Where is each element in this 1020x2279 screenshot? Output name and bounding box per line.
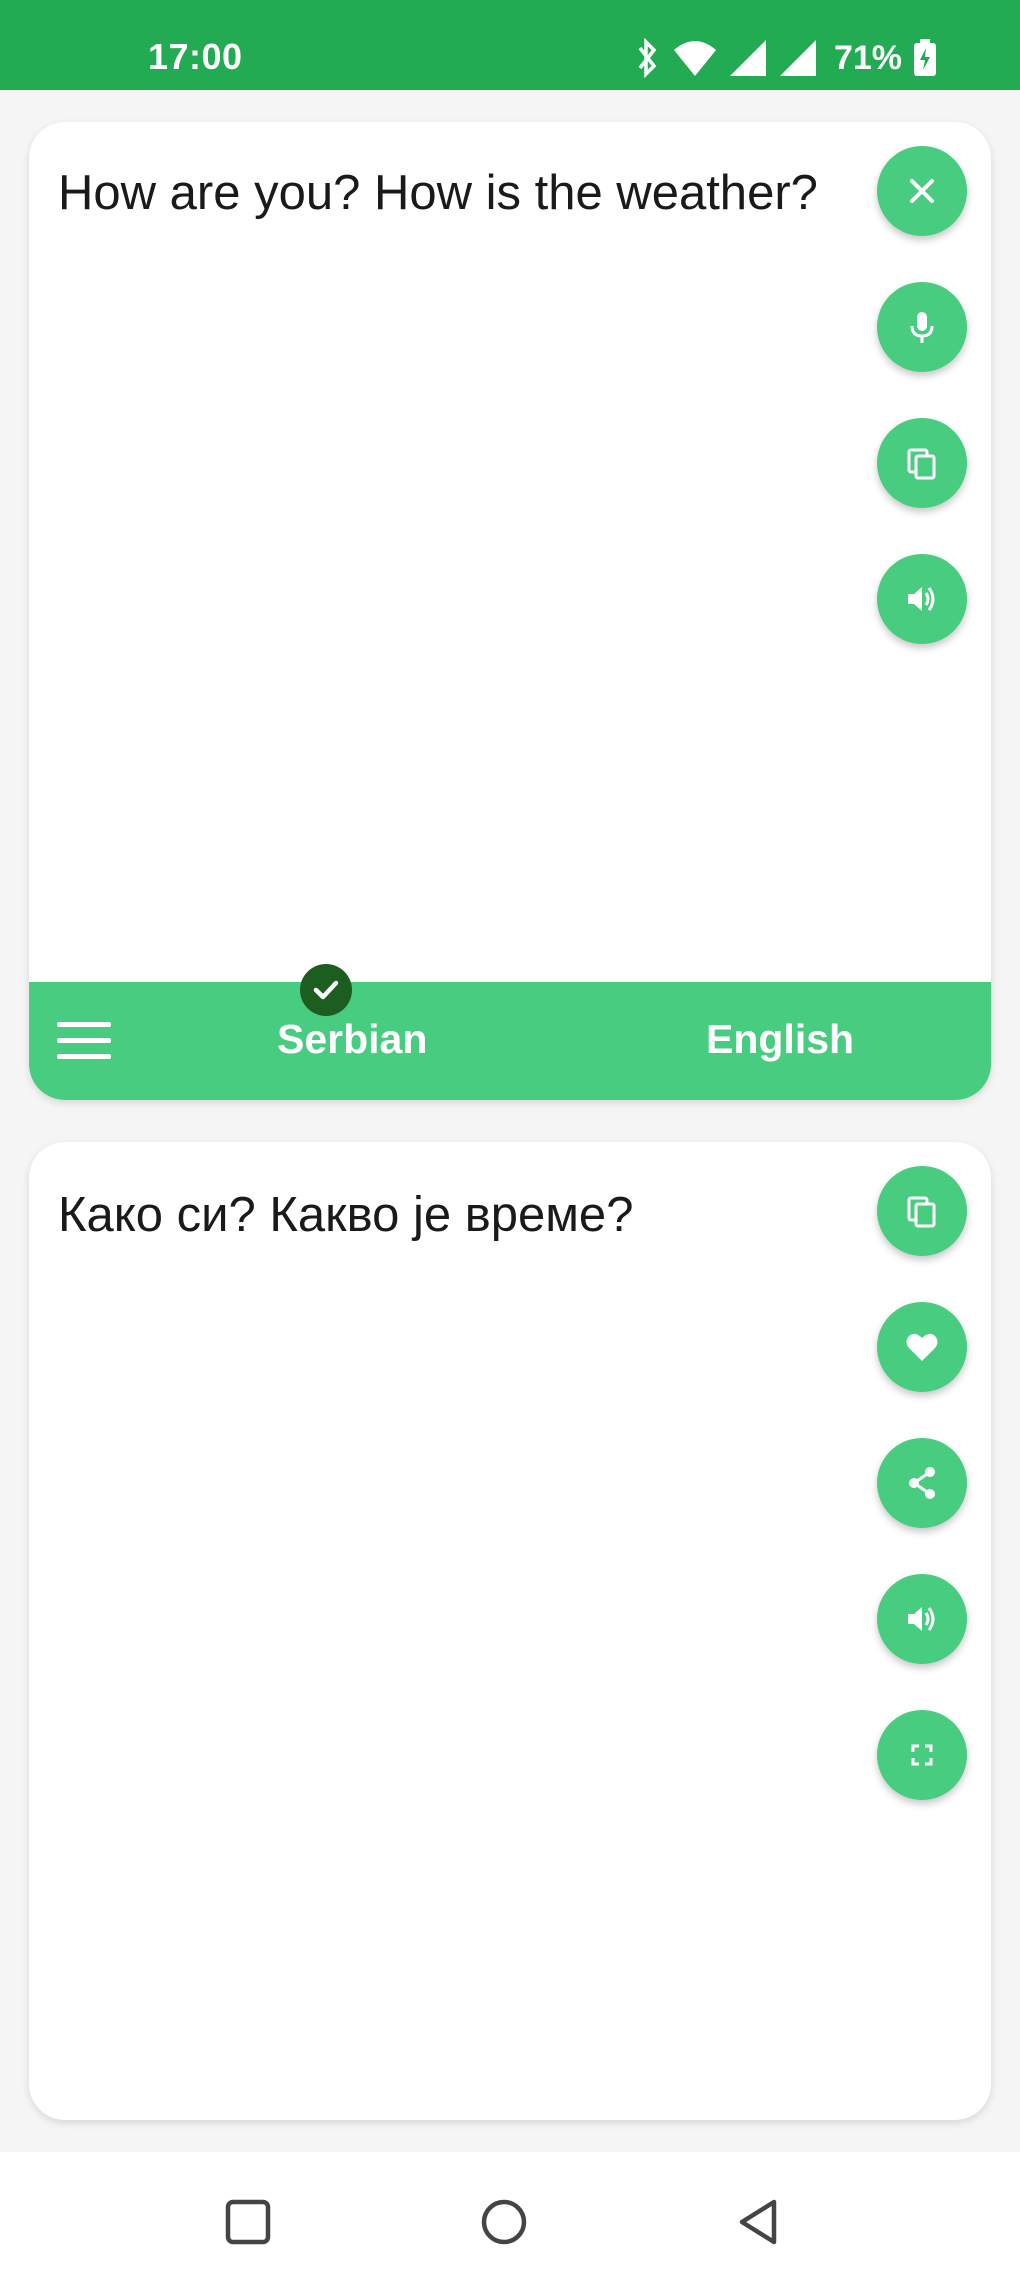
speaker-translation-button[interactable] (877, 1574, 967, 1664)
recents-square-icon (225, 2199, 271, 2245)
copy-button[interactable] (877, 418, 967, 508)
fullscreen-icon (911, 1744, 933, 1766)
menu-button[interactable] (57, 1016, 113, 1066)
microphone-icon (910, 312, 934, 343)
battery-percent: 71% (833, 38, 902, 77)
favorite-button[interactable] (877, 1302, 967, 1392)
clear-icon (910, 179, 934, 203)
source-text[interactable]: How are you? How is the weather? (58, 160, 858, 226)
signal-icon (779, 40, 816, 76)
input-card: How are you? How is the weather? Serbian… (29, 122, 991, 1100)
translated-text: Како си? Какво је време? (58, 1188, 634, 1242)
speaker-icon (908, 1607, 935, 1631)
home-circle-icon (481, 2199, 527, 2245)
status-bar: 17:00 71% (0, 0, 1020, 90)
speaker-icon (908, 587, 935, 611)
navigation-bar (0, 2152, 1020, 2279)
home-button[interactable] (474, 2192, 534, 2252)
wifi-icon (673, 41, 716, 76)
back-triangle-icon (739, 2199, 777, 2245)
recents-button[interactable] (218, 2192, 278, 2252)
copy-translation-button[interactable] (877, 1166, 967, 1256)
bluetooth-icon (638, 38, 657, 78)
check-icon (313, 980, 339, 1000)
status-time: 17:00 (148, 36, 243, 77)
copy-icon (907, 1196, 936, 1228)
language-bar: Serbian English (29, 982, 991, 1100)
selected-language-indicator (300, 964, 352, 1016)
status-icons: 71% (632, 36, 938, 80)
signal-icon (729, 40, 766, 76)
battery-charging-icon (914, 39, 936, 76)
heart-icon (906, 1333, 938, 1361)
source-language[interactable]: Serbian (277, 1016, 427, 1063)
speaker-button[interactable] (877, 554, 967, 644)
back-button[interactable] (730, 2192, 790, 2252)
share-icon (909, 1467, 935, 1499)
clear-button[interactable] (877, 146, 967, 236)
target-language[interactable]: English (706, 1016, 854, 1063)
fullscreen-button[interactable] (877, 1710, 967, 1800)
share-button[interactable] (877, 1438, 967, 1528)
microphone-button[interactable] (877, 282, 967, 372)
output-card: Како си? Какво је време? (29, 1142, 991, 2120)
copy-icon (907, 448, 936, 480)
